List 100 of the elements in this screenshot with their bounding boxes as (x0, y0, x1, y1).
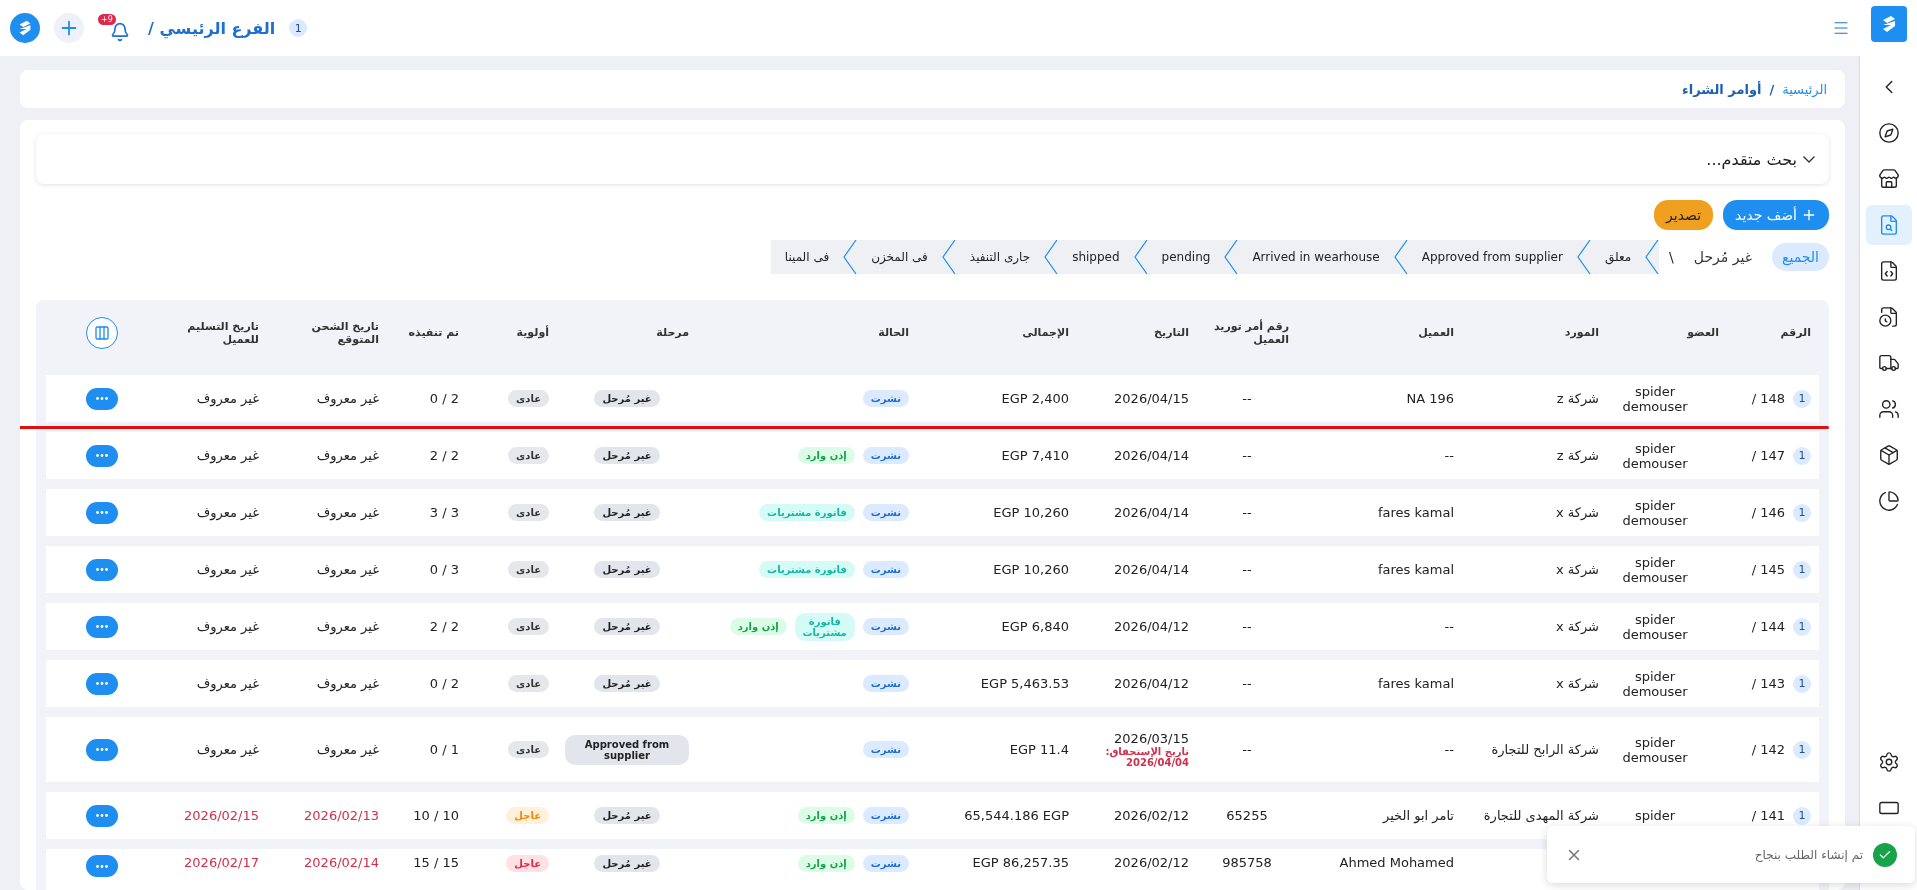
table-cell-text: شركة الرابح للتجارة (1490, 742, 1600, 757)
stage-badge: غير مُرحل (594, 855, 660, 872)
priority-badge: عادى (508, 675, 549, 692)
column-header: تاريخ التسليم للعميل (186, 319, 260, 346)
table-cell-text: غير معروف (315, 676, 380, 691)
table-cell-text: 0 / 2 (428, 391, 460, 406)
table-cell-text: -- (1241, 676, 1253, 691)
table-cell-text: 65255 (1225, 808, 1269, 823)
column-header: رقم أمر توريد العميل (1212, 319, 1290, 346)
table-cell-text: غير معروف (195, 448, 260, 463)
table-cell-text: fares kamal (1377, 676, 1455, 691)
table-cell: 2026/04/14 (1114, 448, 1189, 463)
table-cell-text: شركة z (1555, 391, 1600, 406)
status-badge: إذن وارد (729, 618, 787, 635)
column-header: الرقم (1779, 326, 1812, 339)
table-cell-text: غير معروف (315, 742, 380, 757)
status-badge: إذن وارد (797, 855, 855, 872)
status-badge: نشرت (862, 807, 909, 824)
panel-title: بحث متقدم... (1706, 149, 1797, 169)
stage-badge: Approved from supplier (565, 734, 689, 765)
status-badge: نشرت (862, 504, 909, 521)
table-cell: 2026/04/12 (1114, 619, 1189, 634)
table-cell-text: غير معروف (315, 448, 380, 463)
table-cell-text: spider demouser (1621, 497, 1689, 528)
priority-badge: عادى (508, 390, 549, 407)
table-cell-text: NA 196 (1405, 391, 1455, 406)
table-cell-text: 2026/02/13 (303, 808, 380, 823)
status-badge: نشرت (862, 675, 909, 692)
table-cell-text: غير معروف (315, 619, 380, 634)
priority-badge: عادى (508, 741, 549, 758)
stage-badge: غير مُرحل (594, 618, 660, 635)
table-cell-text: fares kamal (1377, 562, 1455, 577)
table-cell-text: -- (1443, 619, 1455, 634)
status-badge: فاتورة مشتريات (759, 504, 855, 521)
table-cell-text: spider demouser (1621, 554, 1689, 585)
status-badge: إذن وارد (797, 807, 855, 824)
table-cell: 2026/04/12 (1114, 676, 1189, 691)
table-cell-text: -- (1241, 742, 1253, 757)
table-cell: 2026/03/15 (1114, 731, 1189, 746)
table-cell: 147 / (1751, 448, 1785, 463)
branch-count: 1 (1793, 617, 1811, 636)
table-cell-text: غير معروف (315, 391, 380, 406)
notification-count: +9 (98, 14, 116, 25)
status-badge: نشرت (862, 561, 909, 578)
table-cell-text: 3 / 3 (428, 505, 460, 520)
column-header: التاريخ (1153, 326, 1190, 339)
stage-badge: غير مُرحل (594, 504, 660, 521)
table-cell-text: EGP 2,400 (1000, 391, 1070, 406)
status-badge: نشرت (862, 741, 909, 758)
table-cell-text: شركة المهدى للتجارة (1482, 808, 1600, 823)
table-cell-text: spider demouser (1621, 383, 1689, 414)
branch-count: 1 (1793, 389, 1811, 408)
table-cell-text: غير معروف (195, 619, 260, 634)
table-cell-text: 2 / 2 (428, 619, 460, 634)
priority-badge: عادى (508, 447, 549, 464)
table-cell-text: spider demouser (1621, 611, 1689, 642)
table-cell-text: غير معروف (195, 562, 260, 577)
status-badge: نشرت (862, 447, 909, 464)
priority-badge: عاجل (506, 807, 549, 824)
column-header: تاريخ الشحن المتوقع (310, 319, 380, 346)
column-header: أولوية (515, 326, 550, 339)
branch-count: 1 (1793, 503, 1811, 522)
column-header: الإجمالى (1021, 326, 1070, 339)
status-badge: فاتورة مشتريات (794, 612, 855, 641)
table-cell-text: 2026/02/14 (303, 855, 380, 870)
table-cell: 141 / (1751, 808, 1785, 823)
stage-badge: غير مُرحل (594, 390, 660, 407)
status-badge: فاتورة مشتريات (759, 561, 855, 578)
table-cell-text: شركة x (1554, 676, 1600, 691)
table-cell: 2026/02/12 (1114, 808, 1189, 823)
table-cell: 2026/02/12 (1114, 855, 1189, 870)
table-cell-text: -- (1241, 619, 1253, 634)
table-cell: 148 / (1751, 391, 1785, 406)
table-cell-text: -- (1241, 562, 1253, 577)
table-cell-text: غير معروف (195, 505, 260, 520)
stage-badge: غير مُرحل (594, 561, 660, 578)
table-cell-text: -- (1241, 448, 1253, 463)
table-cell-text: شركة x (1554, 619, 1600, 634)
table-cell-text: 985758 (1221, 855, 1273, 870)
status-badge: نشرت (862, 855, 909, 872)
stage-badge: غير مُرحل (594, 447, 660, 464)
table-cell-text: -- (1443, 448, 1455, 463)
table-cell-text: 2026/02/17 (183, 855, 260, 870)
table-cell-text: -- (1443, 742, 1455, 757)
table-cell-text: غير معروف (315, 562, 380, 577)
table-cell-text: spider demouser (1621, 734, 1689, 765)
table-cell-text: EGP 7,410 (1000, 448, 1070, 463)
table-cell-text: EGP 10,260 (992, 562, 1070, 577)
table-cell: 146 / (1751, 505, 1785, 520)
table-cell: 2026/04/14 (1114, 562, 1189, 577)
table-cell-text: 2026/02/15 (183, 808, 260, 823)
table-cell: 142 / (1751, 742, 1785, 757)
due-date: 2026/04/04 (1126, 757, 1189, 768)
branch-count: 1 (289, 19, 308, 37)
table-cell-text: EGP 86,257.35 (971, 855, 1070, 870)
status-badge: نشرت (862, 618, 909, 635)
table-cell: 2026/04/15 (1114, 391, 1189, 406)
table-cell: 144 / (1751, 619, 1785, 634)
table-cell-text: Ahmed Mohamed (1338, 855, 1455, 870)
table-cell-text: شركة x (1554, 562, 1600, 577)
